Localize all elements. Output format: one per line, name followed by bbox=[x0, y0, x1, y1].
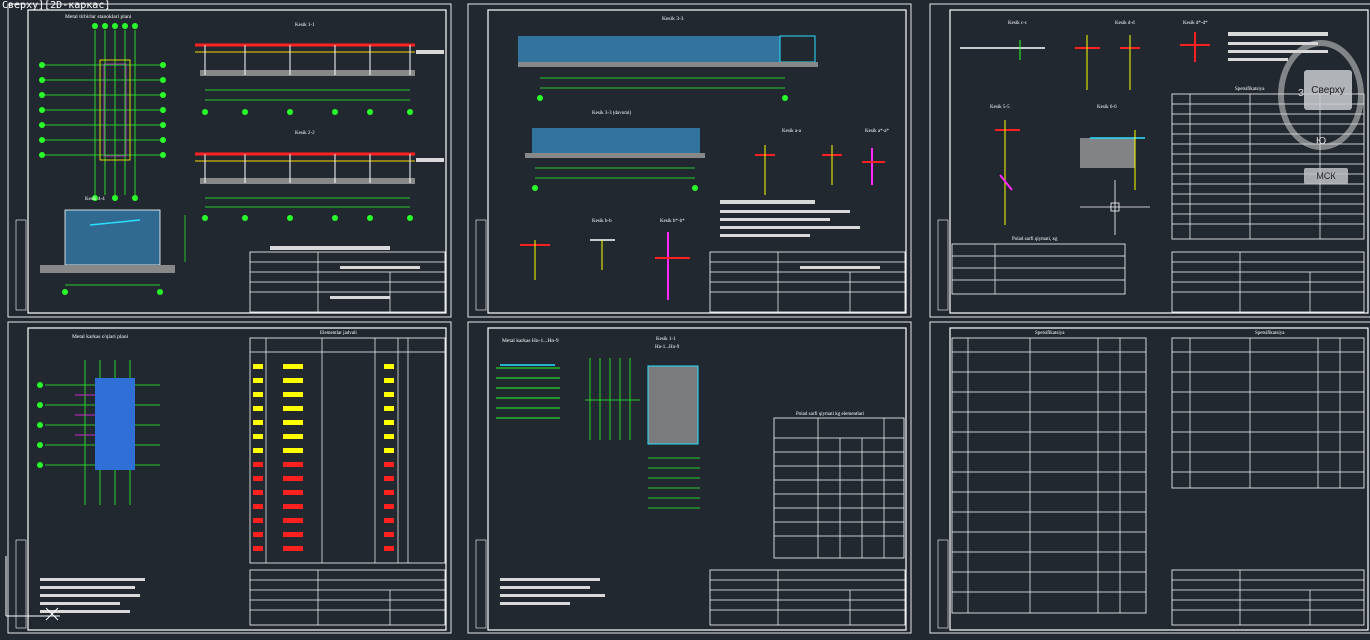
steel-consumption-table bbox=[951, 243, 1126, 295]
section-a-a-label: Kesik a-a bbox=[782, 129, 802, 134]
elements-rows-red bbox=[253, 462, 394, 551]
elements-table bbox=[249, 337, 446, 564]
section-4-4 bbox=[40, 209, 186, 295]
sheet-2-title: Kesik 3-3 bbox=[662, 16, 684, 22]
wcs-dropdown[interactable]: МСК bbox=[1304, 168, 1348, 184]
sheet-4-title: Metal karkas o'qlari plani bbox=[72, 334, 129, 340]
sheet-4-content: Metal karkas o'qlari plani Elementlar ja… bbox=[37, 331, 446, 626]
sheet-1-title-block bbox=[249, 246, 446, 313]
frame-elements-list bbox=[496, 358, 640, 440]
foundation-plan bbox=[39, 23, 166, 201]
model-viewport[interactable]: Metal tirbirlar stanoklari plani Kesik 1… bbox=[0, 0, 1370, 635]
section-2-2-label: Kesik 2-2 bbox=[295, 131, 315, 136]
details-5-6 bbox=[995, 120, 1150, 235]
section-5-5-label: Kesik 5-5 bbox=[990, 105, 1010, 110]
spec-label-3: Spetsifikatsiya bbox=[1235, 87, 1265, 92]
section-6-6-label: Kesik 6-6 bbox=[1097, 105, 1117, 110]
detail-a bbox=[720, 145, 885, 237]
sheet-5-title: Metal karkas Hn-1...Hn-9 bbox=[502, 338, 559, 344]
ucs-icon bbox=[5, 556, 60, 621]
sheet-5-notes bbox=[500, 578, 605, 605]
steel-elements-table bbox=[773, 417, 905, 559]
sheet-6-content: Spetsifikatsiya Spetsifikatsiya bbox=[951, 331, 1365, 626]
sheet-2-content: Kesik 3-3 Kesik 3-3 (davomi) Kesik a-a K… bbox=[518, 16, 906, 313]
section-b1-label: Kesik b*-b* bbox=[660, 219, 685, 224]
detail-b bbox=[520, 232, 690, 300]
section-a1-label: Kesik a*-a* bbox=[865, 129, 890, 134]
section-1-1-s5-label: Kesik 1-1 bbox=[656, 337, 676, 342]
elements-rows-yellow bbox=[253, 364, 394, 453]
spec-label-6a: Spetsifikatsiya bbox=[1035, 331, 1065, 336]
sheet-5-content: Metal karkas Hn-1...Hn-9 Kesik 1-1 Hn-1.… bbox=[496, 337, 906, 626]
frame-axes-plan bbox=[37, 360, 160, 505]
section-d1-label: Kesik d*-d* bbox=[1183, 21, 1208, 26]
viewcube-south-label[interactable]: Ю bbox=[1316, 136, 1326, 147]
sheet-4-title-block bbox=[249, 569, 446, 626]
sheet-6 bbox=[929, 321, 1370, 634]
section-1-1-label: Kesik 1-1 bbox=[295, 23, 315, 28]
section-4-4-label: Kesik 4-4 bbox=[85, 197, 105, 202]
viewcube[interactable]: З Сверху Ю МСК bbox=[1278, 40, 1364, 190]
spec-label-6b: Spetsifikatsiya bbox=[1255, 331, 1285, 336]
column-hn bbox=[647, 365, 700, 509]
hn-range-label: Hn-1...Hn-9 bbox=[655, 345, 680, 350]
section-3-3-continued bbox=[525, 128, 705, 191]
viewcube-top-face[interactable]: Сверху bbox=[1304, 70, 1352, 110]
section-c-c-label: Kesik c-c bbox=[1008, 21, 1028, 26]
sheet-6-title-block bbox=[1171, 569, 1365, 626]
sheet-5-title-block bbox=[709, 569, 906, 626]
specification-table-6b bbox=[1171, 337, 1365, 489]
section-2-2 bbox=[195, 152, 444, 221]
section-1-1 bbox=[195, 43, 444, 115]
specification-table-6a bbox=[951, 337, 1147, 614]
section-d-d-label: Kesik d-d bbox=[1115, 21, 1135, 26]
section-3-3b-label: Kesik 3-3 (davomi) bbox=[592, 111, 631, 116]
details-c-d bbox=[960, 32, 1328, 90]
steel-elements-label: Polad sarfi qiymati kg elementlari bbox=[796, 412, 865, 417]
sheet-2-title-block bbox=[709, 251, 906, 313]
section-3-3 bbox=[518, 35, 818, 101]
sheet-1-content: Metal tirbirlar stanoklari plani Kesik 1… bbox=[39, 14, 446, 313]
steel-consumption-label: Polad sarfi qiymati, кg bbox=[1012, 237, 1058, 242]
elements-table-label: Elementlar jadvali bbox=[320, 331, 357, 336]
section-b-b-label: Kesik b-b bbox=[592, 219, 612, 224]
sheet-3-title-block bbox=[1171, 251, 1365, 313]
drawing-canvas[interactable]: Metal tirbirlar stanoklari plani Kesik 1… bbox=[0, 0, 1370, 635]
sheet-1-title: Metal tirbirlar stanoklari plani bbox=[65, 14, 132, 20]
viewport-view-label[interactable]: Сверху][2D-каркас] bbox=[0, 0, 112, 12]
